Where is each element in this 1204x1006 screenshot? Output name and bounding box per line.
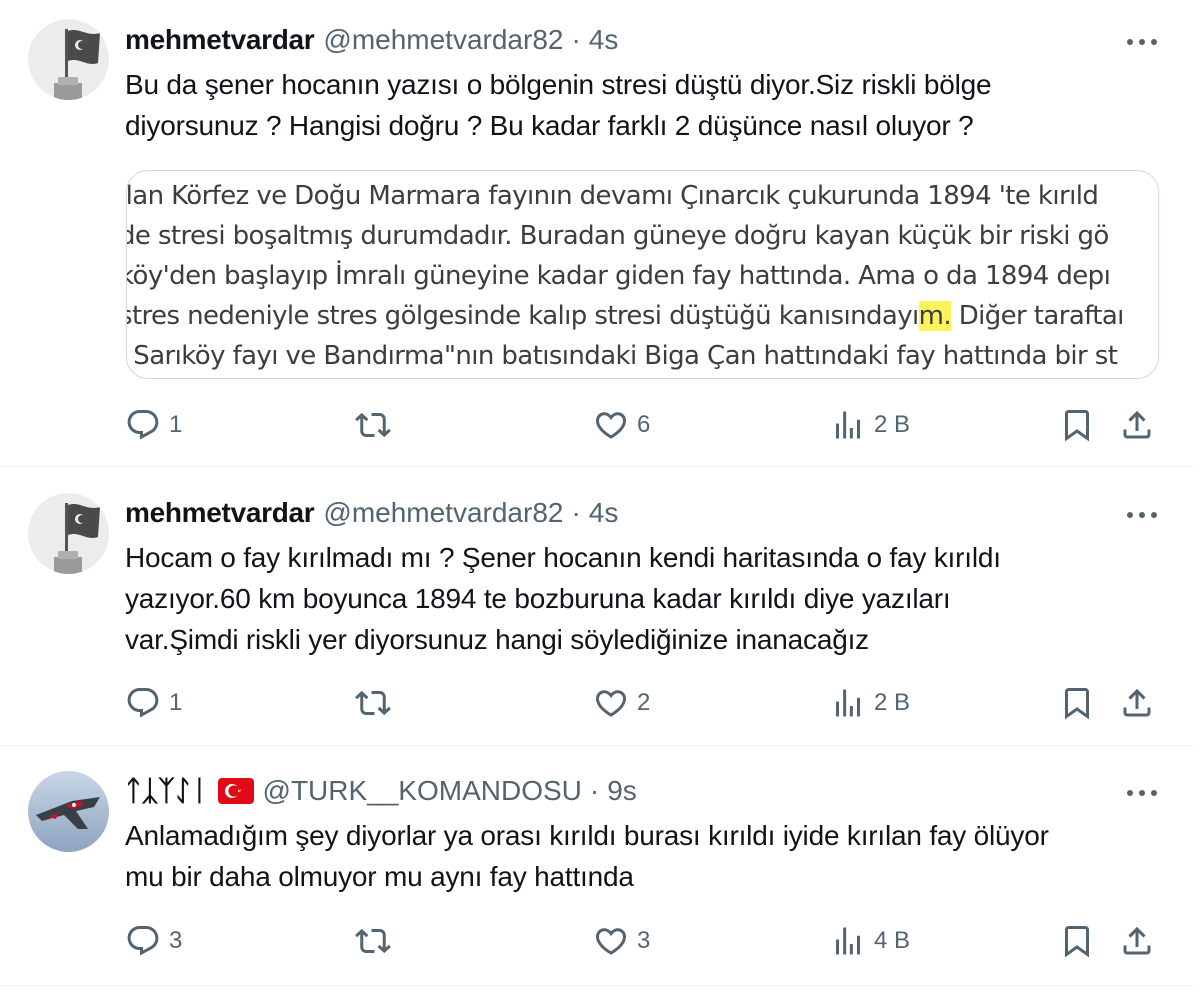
like-button[interactable]: 3: [593, 919, 650, 963]
view-count: 2 B: [874, 411, 911, 438]
separator-dot: ·: [589, 775, 600, 806]
tweet-text-line: Hocam o fay kırılmadı mı ? Şener hocanın…: [125, 542, 1001, 573]
like-button[interactable]: 6: [593, 403, 650, 447]
image-text-line: stres nedeniyle stres gölgesinde kalıp s…: [126, 301, 1124, 331]
more-dots-icon[interactable]: [1122, 22, 1162, 62]
tweet[interactable]: mehmetvardar @mehmetvardar82 · 4s Bu da …: [0, 0, 1194, 467]
bookmark-icon: [1065, 410, 1089, 442]
tweet-header: ᛏᛣᛉᛇᛁ @TURK__KOMANDOSU · 9s: [125, 774, 637, 808]
avatar[interactable]: [28, 493, 109, 574]
attached-image[interactable]: ılan Körfez ve Doğu Marmara fayının deva…: [126, 170, 1159, 379]
tweet-text-line: var.Şimdi riskli yer diyorsunuz hangi sö…: [125, 624, 869, 655]
turkey-flag-icon: [217, 778, 254, 804]
image-text-line: köy'den başlayıp İmralı güneyine kadar g…: [126, 261, 1111, 291]
share-upload-icon: [1123, 688, 1151, 717]
action-bar: 1 2 2 B: [125, 681, 1165, 725]
tweet-text: Anlamadığım şey diyorlar ya orası kırıld…: [125, 815, 1165, 897]
tweet[interactable]: ᛏᛣᛉᛇᛁ @TURK__KOMANDOSU · 9s Anlamadığım …: [0, 746, 1194, 986]
tweet-text: Bu da şener hocanın yazısı o bölgenin st…: [125, 64, 1165, 146]
view-count: 2 B: [874, 689, 911, 716]
user-handle[interactable]: @mehmetvardar82: [323, 24, 563, 56]
heart-icon: [595, 690, 627, 717]
image-text-line: de stresi boşaltmış durumdadır. Buradan …: [126, 221, 1109, 251]
views-button[interactable]: 2 B: [830, 681, 910, 725]
tweet-text-line: Anlamadığım şey diyorlar ya orası kırıld…: [125, 820, 1049, 851]
reply-bubble-icon: [127, 926, 159, 956]
retweet-button[interactable]: [355, 919, 399, 963]
separator-dot: ·: [571, 24, 581, 55]
share-button[interactable]: [1119, 919, 1155, 963]
share-upload-icon: [1123, 926, 1151, 955]
retweet-arrows-icon: [355, 928, 391, 954]
image-text-line: ılan Körfez ve Doğu Marmara fayının deva…: [126, 181, 1099, 211]
view-count: 4 B: [874, 927, 911, 954]
more-dots-icon[interactable]: [1122, 773, 1162, 813]
timestamp[interactable]: 4s: [589, 497, 619, 529]
reply-bubble-icon: [127, 688, 159, 718]
separator-dot: ·: [571, 497, 581, 528]
bar-chart-icon: [836, 927, 860, 955]
like-button[interactable]: 2: [593, 681, 650, 725]
like-count: 2: [637, 689, 651, 716]
display-name[interactable]: mehmetvardar: [125, 497, 315, 529]
tweet-text-line: diyorsunuz ? Hangisi doğru ? Bu kadar fa…: [125, 110, 974, 141]
image-text-line: ı Sarıköy fayı ve Bandırma"nın batısında…: [126, 341, 1118, 371]
reply-count: 1: [169, 411, 183, 438]
action-bar: 1 6 2 B: [125, 403, 1165, 447]
share-button[interactable]: [1119, 681, 1155, 725]
tweet-text: Hocam o fay kırılmadı mı ? Şener hocanın…: [125, 537, 1165, 660]
reply-button[interactable]: 3: [125, 919, 182, 963]
retweet-button[interactable]: [355, 403, 399, 447]
heart-icon: [595, 412, 627, 439]
tweet-header: mehmetvardar @mehmetvardar82 · 4s: [125, 23, 618, 57]
highlighted-text: m.: [918, 301, 952, 331]
bar-chart-icon: [836, 689, 860, 717]
timestamp[interactable]: 4s: [589, 24, 619, 56]
timestamp[interactable]: 9s: [607, 775, 637, 807]
heart-icon: [595, 928, 627, 955]
share-upload-icon: [1123, 410, 1151, 439]
more-dots-icon[interactable]: [1122, 495, 1162, 535]
tweet[interactable]: mehmetvardar @mehmetvardar82 · 4s Hocam …: [0, 467, 1194, 746]
views-button[interactable]: 4 B: [830, 919, 910, 963]
reply-button[interactable]: 1: [125, 403, 182, 447]
bookmark-button[interactable]: [1059, 681, 1095, 725]
bookmark-button[interactable]: [1059, 919, 1095, 963]
reply-button[interactable]: 1: [125, 681, 182, 725]
avatar[interactable]: [28, 19, 109, 100]
reply-count: 1: [169, 689, 183, 716]
tweet-text-line: Bu da şener hocanın yazısı o bölgenin st…: [125, 69, 992, 100]
like-count: 6: [637, 411, 651, 438]
reply-count: 3: [169, 927, 183, 954]
retweet-arrows-icon: [355, 690, 391, 716]
action-bar: 3 3 4 B: [125, 919, 1165, 963]
retweet-arrows-icon: [355, 412, 391, 438]
bookmark-icon: [1065, 688, 1089, 720]
retweet-button[interactable]: [355, 681, 399, 725]
tweet-text-line: mu bir daha olmuyor mu aynı fay hattında: [125, 861, 634, 892]
user-handle[interactable]: @mehmetvardar82: [323, 497, 563, 529]
user-handle[interactable]: @TURK__KOMANDOSU: [263, 775, 582, 807]
display-name[interactable]: ᛏᛣᛉᛇᛁ: [125, 775, 208, 807]
views-button[interactable]: 2 B: [830, 403, 910, 447]
bar-chart-icon: [836, 411, 860, 439]
display-name[interactable]: mehmetvardar: [125, 24, 315, 56]
like-count: 3: [637, 927, 651, 954]
bookmark-button[interactable]: [1059, 403, 1095, 447]
reply-bubble-icon: [127, 410, 159, 440]
share-button[interactable]: [1119, 403, 1155, 447]
tweet-header: mehmetvardar @mehmetvardar82 · 4s: [125, 496, 618, 530]
avatar[interactable]: [28, 771, 109, 852]
tweet-text-line: yazıyor.60 km boyunca 1894 te bozburuna …: [125, 583, 951, 614]
bookmark-icon: [1065, 926, 1089, 958]
